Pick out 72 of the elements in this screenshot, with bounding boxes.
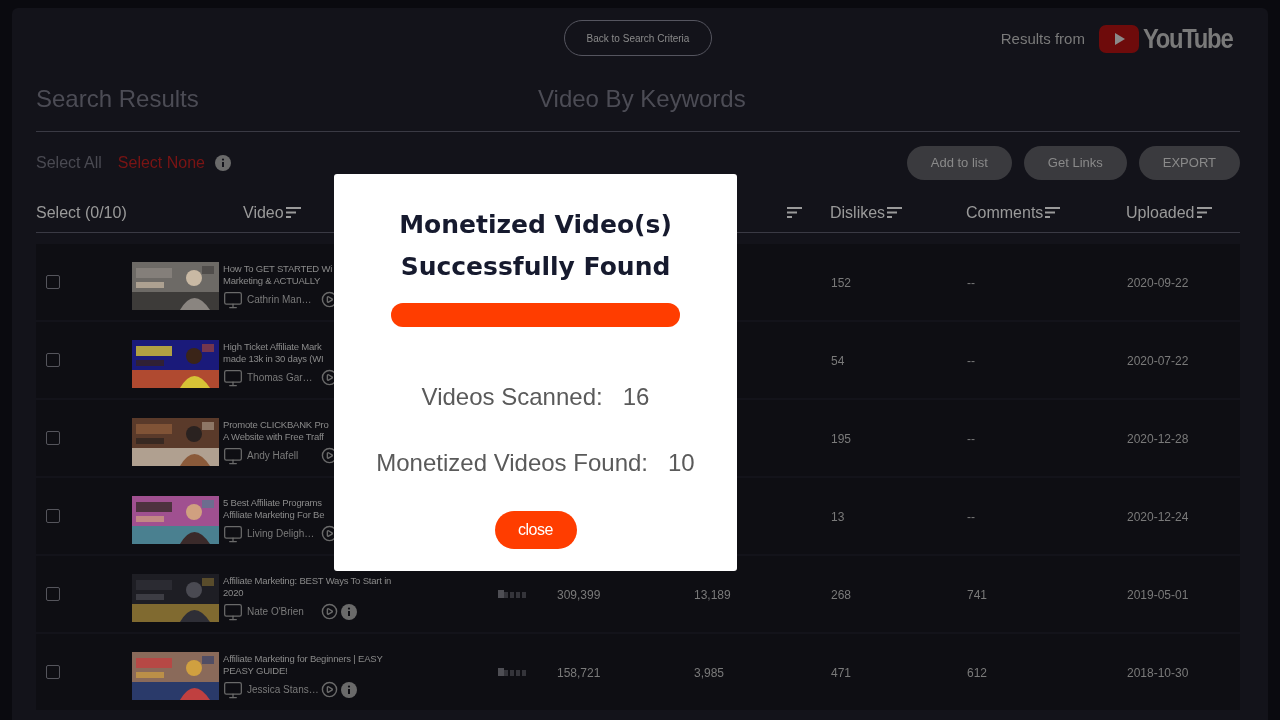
video-title[interactable]: How To GET STARTED Wi Marketing & ACTUALLY <box>223 262 333 287</box>
channel-name[interactable]: Nate O'Brien <box>247 604 321 619</box>
dislikes-cell: 152 <box>831 276 852 290</box>
comments-cell: -- <box>967 510 975 524</box>
comments-cell: 741 <box>967 588 988 602</box>
dialog-title: Monetized Video(s) Successfully Found <box>399 209 672 283</box>
score-meter <box>498 590 526 598</box>
channel-name[interactable]: Jessica Stans… <box>247 682 321 697</box>
video-title[interactable]: 5 Best Affiliate Programs Affiliate Marketing For Be <box>223 496 325 521</box>
channel-name[interactable]: Thomas Gar… <box>247 370 321 385</box>
uploaded-cell: 2020-12-24 <box>1127 510 1189 524</box>
column-header: Uploaded <box>1126 202 1195 223</box>
uploaded-cell: 2020-12-28 <box>1127 432 1189 446</box>
dislikes-cell: 195 <box>831 432 852 446</box>
action-button[interactable]: EXPORT <box>1138 146 1240 180</box>
column-header: Video <box>243 202 284 223</box>
info-icon[interactable] <box>215 155 231 171</box>
monitor-icon <box>223 601 243 622</box>
likes-cell: 3,985 <box>694 666 725 680</box>
channel-name[interactable]: Living Deligh… <box>247 526 321 541</box>
uploaded-cell: 2018-10-30 <box>1127 666 1189 680</box>
search-type-title: Video By Keywords <box>538 84 746 114</box>
likes-cell: 13,189 <box>694 588 731 602</box>
column-header: Comments <box>966 202 1044 223</box>
monitor-icon <box>223 367 243 388</box>
channel-name[interactable]: Cathrin Man… <box>247 292 321 307</box>
column-header: Select (0/10) <box>36 202 127 223</box>
sort-icon[interactable] <box>1196 207 1212 218</box>
sort-icon[interactable] <box>1045 207 1061 218</box>
youtube-logo: YouTube <box>1098 17 1238 60</box>
dislikes-cell: 54 <box>831 354 845 368</box>
comments-cell: -- <box>967 354 975 368</box>
score-meter <box>498 668 526 676</box>
row-checkbox[interactable] <box>46 431 60 445</box>
page-title: Search Results <box>36 84 200 114</box>
uploaded-cell: 2020-09-22 <box>1127 276 1189 290</box>
video-title[interactable]: Affiliate Marketing: BEST Ways To Start in 2020 <box>223 574 392 599</box>
comments-cell: -- <box>967 432 975 446</box>
video-title[interactable]: Affiliate Marketing for Beginners | EASY PEASY GUIDE! <box>223 652 383 677</box>
action-button[interactable]: Add to list <box>906 146 1012 180</box>
action-button[interactable]: Get Links <box>1023 146 1127 180</box>
stat-text: Videos Scanned: 16 <box>421 382 650 412</box>
views-cell: 158,721 <box>557 666 601 680</box>
row-checkbox[interactable] <box>46 665 60 679</box>
row-checkbox[interactable] <box>46 353 60 367</box>
sort-icon[interactable] <box>787 207 802 218</box>
row-checkbox[interactable] <box>46 275 60 289</box>
uploaded-cell: 2019-05-01 <box>1127 588 1189 602</box>
sort-icon[interactable] <box>285 207 301 218</box>
row-checkbox[interactable] <box>46 509 60 523</box>
column-header: Dislikes <box>830 202 886 223</box>
views-cell: 309,399 <box>557 588 601 602</box>
results-from-label: Results from <box>1000 28 1085 49</box>
info-icon[interactable] <box>341 681 357 698</box>
monitor-icon <box>223 523 243 544</box>
channel-name[interactable]: Andy Hafell <box>247 448 321 463</box>
dislikes-cell: 268 <box>831 588 852 602</box>
comments-cell: 612 <box>967 666 988 680</box>
dislikes-cell: 471 <box>831 666 852 680</box>
info-icon[interactable] <box>341 603 357 620</box>
monitor-icon <box>223 445 243 466</box>
sort-icon[interactable] <box>887 207 903 218</box>
comments-cell: -- <box>967 276 975 290</box>
video-title[interactable]: Promote CLICKBANK Pro A Website with Free Traff <box>223 418 329 443</box>
video-title[interactable]: High Ticket Affiliate Mark made 13k in 30 days (WI <box>223 340 324 365</box>
stat-text: Monetized Videos Found: 10 <box>376 448 695 478</box>
row-checkbox[interactable] <box>46 587 60 601</box>
dislikes-cell: 13 <box>831 510 845 524</box>
monitor-icon <box>223 289 243 310</box>
monitor-icon <box>223 679 243 700</box>
uploaded-cell: 2020-07-22 <box>1127 354 1189 368</box>
close-button[interactable]: close <box>494 511 577 549</box>
